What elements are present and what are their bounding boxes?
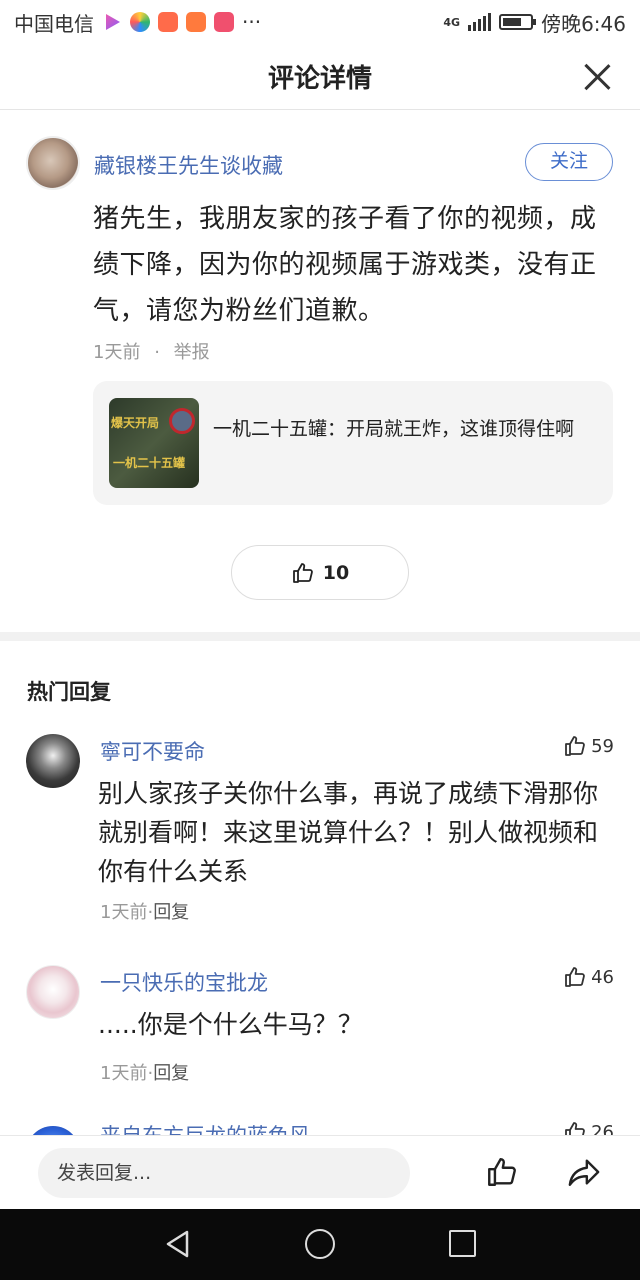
reply-text: .....你是个什么牛马？？ <box>98 1010 363 1039</box>
thumb-caption-bottom: 一机二十五罐 <box>113 456 186 470</box>
video-app-icon <box>106 14 120 30</box>
color-app-icon <box>130 12 150 32</box>
comment-time: 1天前 <box>93 342 141 363</box>
hot-replies-title: 热门回复 <box>27 680 111 704</box>
follow-button[interactable]: 关注 <box>525 143 613 181</box>
author-avatar[interactable] <box>26 136 80 190</box>
header: 评论详情 <box>0 44 640 110</box>
bottom-reply-bar: 发表回复... <box>0 1135 640 1209</box>
thumb-up-icon[interactable] <box>485 1155 519 1189</box>
reply-button[interactable]: 回复 <box>153 1063 189 1084</box>
reply-like-button[interactable]: 59 <box>563 734 614 758</box>
video-thumbnail: 爆天开局 一机二十五罐 <box>109 398 199 488</box>
reply-author[interactable]: 一只快乐的宝批龙 <box>100 967 268 997</box>
reply-like-button[interactable]: 26 <box>563 1122 614 1135</box>
thumb-stamp-icon <box>169 408 195 434</box>
reply-input[interactable]: 发表回复... <box>38 1148 410 1198</box>
game-app-icon <box>158 12 178 32</box>
system-nav-bar <box>0 1209 640 1280</box>
mic-app-icon <box>214 12 234 32</box>
recent-square-icon[interactable] <box>449 1230 476 1257</box>
reply-avatar[interactable] <box>26 1126 80 1135</box>
page-title: 评论详情 <box>267 64 372 94</box>
meta-separator: · <box>154 342 160 363</box>
main-like-count: 10 <box>322 561 350 584</box>
clock: 傍晚6:46 <box>541 11 626 36</box>
signal-icon <box>468 13 492 31</box>
status-bar: 中国电信 ··· 4G 傍晚6:46 <box>0 0 640 44</box>
reply-avatar[interactable] <box>26 965 80 1019</box>
reply-like-count: 59 <box>591 735 614 757</box>
reply-meta: 1天前·回复 <box>100 898 189 924</box>
reply-like-count: 46 <box>591 966 614 988</box>
reply-time: 1天前 <box>100 1063 148 1084</box>
home-circle-icon[interactable] <box>305 1229 335 1259</box>
back-triangle-icon[interactable] <box>163 1229 193 1259</box>
carrier-label: 中国电信 <box>14 11 94 36</box>
reply-like-count: 26 <box>591 1122 614 1135</box>
reply-like-button[interactable]: 46 <box>563 965 614 989</box>
battery-icon <box>499 14 537 30</box>
video-card[interactable]: 爆天开局 一机二十五罐 一机二十五罐：开局就王炸，这谁顶得住啊 <box>93 381 613 505</box>
main-like-button[interactable]: 10 <box>231 545 409 600</box>
section-divider <box>0 632 640 641</box>
close-icon[interactable] <box>582 62 612 92</box>
thumb-up-icon <box>565 967 585 987</box>
reply-avatar[interactable] <box>26 734 80 788</box>
author-name[interactable]: 藏银楼王先生谈收藏 <box>94 150 283 180</box>
thumb-up-icon <box>292 562 313 583</box>
comment-meta: 1天前 · 举报 <box>93 338 210 364</box>
network-type: 4G <box>443 15 461 29</box>
play-app-icon <box>186 12 206 32</box>
comment-text: 猪先生，我朋友家的孩子看了你的视频，成绩下降，因为你的视频属于游戏类，没有正气，… <box>93 204 597 326</box>
reply-time: 1天前 <box>100 902 148 923</box>
reply-author[interactable]: 寧可不要命 <box>100 736 205 766</box>
video-title: 一机二十五罐：开局就王炸，这谁顶得住啊 <box>213 418 575 440</box>
reply-button[interactable]: 回复 <box>153 902 189 923</box>
status-left: 中国电信 ··· <box>14 8 261 37</box>
thumb-up-icon <box>565 1122 585 1135</box>
reply-author[interactable]: 来自东方巨龙的蓝色风 <box>100 1122 310 1135</box>
thumb-caption-top: 爆天开局 <box>111 416 160 430</box>
reply-meta: 1天前·回复 <box>100 1059 189 1085</box>
share-arrow-icon[interactable] <box>567 1155 601 1189</box>
report-button[interactable]: 举报 <box>174 342 210 363</box>
reply-text: 别人家孩子关你什么事，再说了成绩下滑那你就别看啊！来这里说算什么？！别人做视频和… <box>98 779 599 886</box>
battery-level <box>503 18 522 26</box>
more-notifications: ··· <box>242 10 262 34</box>
thumb-up-icon <box>565 736 585 756</box>
reply-item-partial: 来自东方巨龙的蓝色风 26 <box>0 1122 640 1135</box>
status-right: 4G 傍晚6:46 <box>443 8 626 37</box>
